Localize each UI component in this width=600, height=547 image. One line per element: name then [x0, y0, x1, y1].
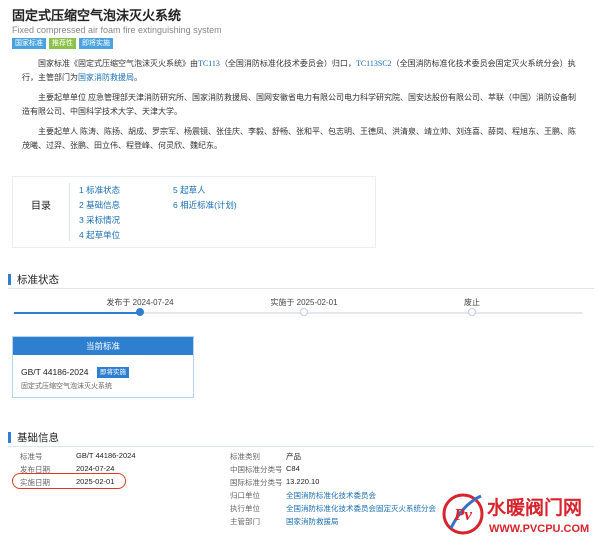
governing-unit-link[interactable]: 全国消防标准化技术委员会 — [286, 490, 376, 501]
publish-date-value: 2024-07-24 — [76, 464, 115, 473]
toc-item-drafting-units[interactable]: 4 起草单位 — [79, 228, 120, 243]
current-standard-header: 当前标准 — [13, 337, 193, 355]
intro-paragraph-authors: 主要起草人 陈涛、陈扬、胡成、罗宗军、杨震镜、张佳庆、李毅、舒畅、张和平、包志明… — [22, 127, 576, 150]
category-label: 标准类别 — [230, 452, 260, 461]
table-of-contents: 目录 1 标准状态 2 基础信息 3 采标情况 4 起草单位 5 起草人 6 相… — [12, 176, 376, 248]
intro-text: 国家标准《固定式压缩空气泡沫灭火系统》由TC113（全国消防标准化技术委员会）归… — [0, 49, 600, 153]
governing-unit-label: 归口单位 — [230, 491, 260, 500]
watermark-logo: Pv 水暖阀门网 WWW.PVCPU.COM — [441, 484, 600, 542]
intro-text-segment: 。 — [134, 73, 142, 82]
current-standard-code: GB/T 44186-2024 — [21, 367, 89, 377]
intro-paragraph-governance: 国家标准《固定式压缩空气泡沫灭火系统》由TC113（全国消防标准化技术委员会）归… — [22, 57, 578, 85]
basic-info-divider — [8, 446, 594, 447]
implement-date-highlight — [12, 473, 126, 489]
implemented-date-label: 实施于 2025-02-01 — [270, 298, 338, 307]
toc-divider — [69, 183, 70, 241]
badge-upcoming: 即将实施 — [79, 38, 113, 49]
toc-item-basic-info[interactable]: 2 基础信息 — [79, 198, 120, 213]
badge-recommended: 推荐性 — [49, 38, 76, 49]
intro-paragraph-units: 主要起草单位 应急管理部天津消防研究所、国家消防救援局、国网安徽省电力有限公司电… — [22, 93, 576, 116]
basic-info-heading-text: 基础信息 — [17, 432, 59, 444]
competent-dept-label: 主管部门 — [230, 517, 260, 526]
toc-item-drafters[interactable]: 5 起草人 — [173, 183, 237, 198]
ics-label: 国际标准分类号 — [230, 478, 283, 487]
badge-national-standard: 国家标准 — [12, 38, 46, 49]
current-standard-name: 固定式压缩空气泡沫灭火系统 — [21, 383, 112, 390]
current-standard-badge: 即将实施 — [97, 367, 129, 378]
implemented-dot — [300, 308, 308, 316]
standard-number-label: 标准号 — [20, 452, 43, 461]
intro-text-segment: （全国消防标准化技术委员会）归口， — [219, 59, 356, 68]
dept-link[interactable]: 国家消防救援局 — [78, 73, 134, 82]
section-accent-bar — [8, 274, 11, 285]
watermark-logo-letters: Pv — [453, 505, 472, 524]
page-title: 固定式压缩空气泡沫灭火系统 — [12, 8, 182, 23]
tc113-link[interactable]: TC113 — [198, 59, 220, 68]
watermark-graphic: Pv 水暖阀门网 WWW.PVCPU.COM — [441, 484, 600, 542]
intro-text-segment: 国家标准《固定式压缩空气泡沫灭火系统》由 — [38, 59, 198, 68]
executing-unit-link[interactable]: 全国消防标准化技术委员会固定灭火系统分会 — [286, 503, 436, 514]
toc-title: 目录 — [31, 201, 51, 212]
page-subtitle: Fixed compressed air foam fire extinguis… — [12, 25, 222, 35]
status-timeline-track — [14, 312, 582, 314]
toc-item-related-standards[interactable]: 6 相近标准(计划) — [173, 198, 237, 213]
toc-item-adoption[interactable]: 3 采标情况 — [79, 213, 120, 228]
abolished-label: 废止 — [464, 298, 480, 307]
status-timeline-progress — [14, 312, 139, 314]
ics-value: 13.220.10 — [286, 477, 320, 486]
watermark-url: WWW.PVCPU.COM — [489, 523, 589, 535]
published-date-label: 发布于 2024-07-24 — [106, 298, 174, 307]
status-section-heading: 标准状态 — [8, 272, 59, 287]
page-header: 固定式压缩空气泡沫灭火系统 Fixed compressed air foam … — [0, 0, 600, 49]
current-standard-card[interactable]: 当前标准 GB/T 44186-2024 即将实施 固定式压缩空气泡沫灭火系统 — [12, 336, 194, 398]
toc-item-status[interactable]: 1 标准状态 — [79, 183, 120, 198]
status-section-divider — [8, 288, 594, 289]
toc-column-1: 1 标准状态 2 基础信息 3 采标情况 4 起草单位 — [79, 183, 120, 243]
status-heading-text: 标准状态 — [17, 274, 59, 286]
watermark-brand: 水暖阀门网 — [487, 496, 582, 519]
published-dot — [136, 308, 144, 316]
badge-row: 国家标准 推荐性 即将实施 — [12, 38, 588, 49]
competent-dept-link[interactable]: 国家消防救援局 — [286, 516, 339, 527]
ccs-value: C84 — [286, 464, 300, 473]
basic-info-section-heading: 基础信息 — [8, 430, 59, 445]
abolished-dot — [468, 308, 476, 316]
executing-unit-label: 执行单位 — [230, 504, 260, 513]
section-accent-bar — [8, 432, 11, 443]
category-value: 产品 — [286, 452, 301, 461]
ccs-label: 中国标准分类号 — [230, 465, 283, 474]
standard-number-value: GB/T 44186-2024 — [76, 451, 136, 460]
tc113sc2-link[interactable]: TC113SC2 — [356, 59, 392, 68]
toc-column-2: 5 起草人 6 相近标准(计划) — [173, 183, 237, 213]
